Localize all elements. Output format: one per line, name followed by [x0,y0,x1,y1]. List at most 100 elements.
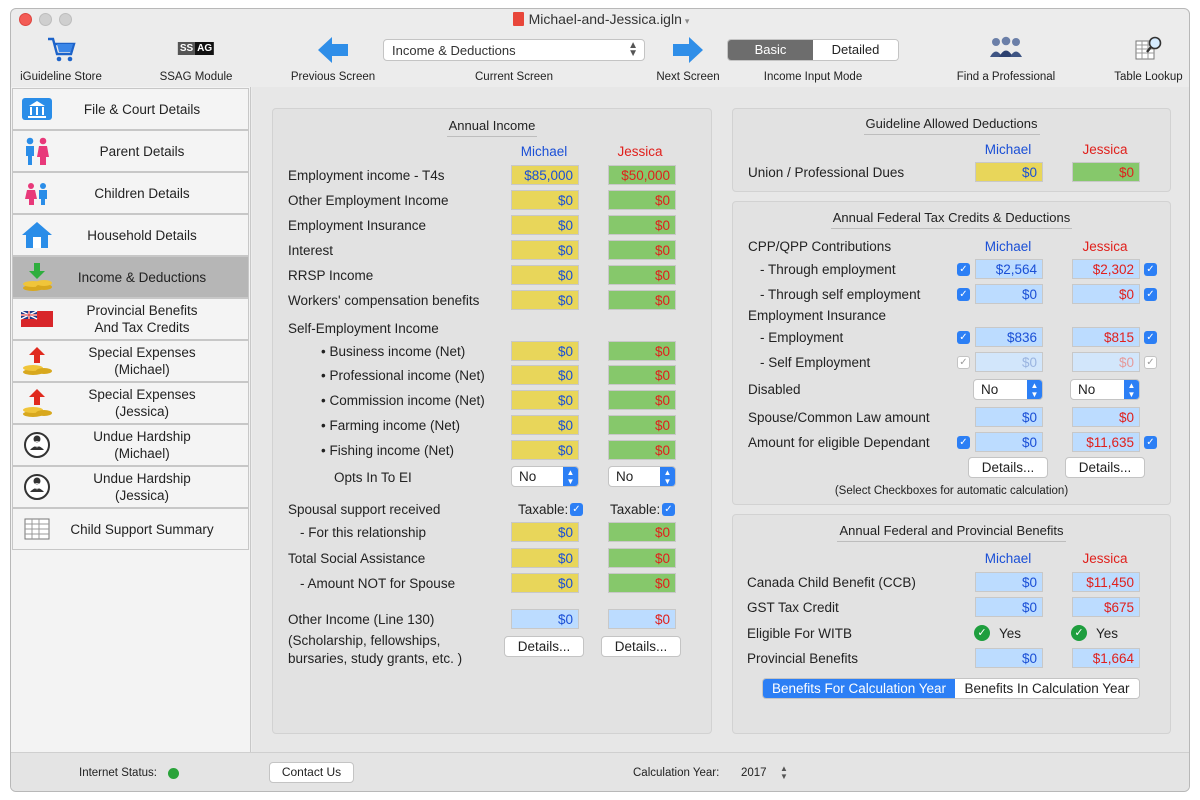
benefits-year-toggle[interactable]: Benefits For Calculation Year Benefits I… [762,678,1140,699]
sidebar-item-undue-hardship-michael[interactable]: $ Undue Hardship (Michael) [12,424,249,466]
sidebar-item-special-expenses-michael[interactable]: Special Expenses (Michael) [12,340,249,382]
spouse-amount-michael[interactable]: $0 [975,407,1043,427]
field-label: • Fishing income (Net) [321,443,455,458]
spousal-relationship-jessica[interactable]: $0 [608,522,676,542]
checkbox-hint: (Select Checkboxes for automatic calcula… [834,485,1069,497]
dependant-michael[interactable]: $0 [975,432,1043,452]
checkmark-circle-icon: ✓ [1071,625,1087,641]
other-income-jessica[interactable]: $0 [608,609,676,629]
cpp-self-michael-checkbox[interactable]: ✓ [957,288,970,301]
fishing-income-jessica[interactable]: $0 [608,440,676,460]
field-note: bursaries, study grants, etc. ) [288,651,463,666]
spousal-relationship-michael[interactable]: $0 [511,522,579,542]
cpp-self-jessica-checkbox[interactable]: ✓ [1144,288,1157,301]
fishing-income-michael[interactable]: $0 [511,440,579,460]
interest-jessica[interactable]: $0 [608,240,676,260]
opts-in-ei-jessica-select[interactable]: No ▲ ▼ [608,466,676,487]
credits-details-michael-button[interactable]: Details... [968,457,1048,478]
contact-us-button[interactable]: Contact Us [269,762,354,783]
workers-comp-jessica[interactable]: $0 [608,290,676,310]
taxable-michael-checkbox[interactable]: ✓ [570,503,583,516]
field-label: Canada Child Benefit (CCB) [747,575,916,590]
ei-employment-michael[interactable]: $836 [975,327,1043,347]
not-for-spouse-jessica[interactable]: $0 [608,573,676,593]
ei-employment-jessica-checkbox[interactable]: ✓ [1144,331,1157,344]
cpp-employment-jessica[interactable]: $2,302 [1072,259,1140,279]
farming-income-jessica[interactable]: $0 [608,415,676,435]
window-title[interactable]: Michael-and-Jessica.igln ▾ [11,11,1189,27]
previous-screen-button[interactable]: Previous Screen [283,31,383,87]
opts-in-ei-michael-select[interactable]: No ▲ ▼ [511,466,579,487]
benefits-in-year-button[interactable]: Benefits In Calculation Year [955,679,1139,698]
sidebar-item-provincial-benefits[interactable]: Provincial Benefits And Tax Credits [12,298,249,340]
social-assistance-jessica[interactable]: $0 [608,548,676,568]
sidebar-item-undue-hardship-jessica[interactable]: $ Undue Hardship (Jessica) [12,466,249,508]
professional-income-michael[interactable]: $0 [511,365,579,385]
dependant-michael-checkbox[interactable]: ✓ [957,436,970,449]
commission-income-michael[interactable]: $0 [511,390,579,410]
provincial-benefits-jessica[interactable]: $1,664 [1072,648,1140,668]
commission-income-jessica[interactable]: $0 [608,390,676,410]
cpp-employment-michael-checkbox[interactable]: ✓ [957,263,970,276]
calculation-year-value[interactable]: 2017 [741,767,767,779]
professional-income-jessica[interactable]: $0 [608,365,676,385]
union-dues-jessica[interactable]: $0 [1072,162,1140,182]
business-income-michael[interactable]: $0 [511,341,579,361]
table-lookup-button[interactable]: Table Lookup [1106,31,1189,87]
sidebar-item-special-expenses-jessica[interactable]: Special Expenses (Jessica) [12,382,249,424]
other-employment-jessica[interactable]: $0 [608,190,676,210]
ei-employment-michael-checkbox[interactable]: ✓ [957,331,970,344]
field-label: • Professional income (Net) [321,368,485,383]
income-t4-jessica[interactable]: $50,000 [608,165,676,185]
sidebar-item-children-details[interactable]: Children Details [12,172,249,214]
field-label: Eligible For WITB [747,626,853,641]
cpp-self-michael[interactable]: $0 [975,284,1043,304]
field-label: - Through employment [760,262,896,277]
employment-insurance-michael[interactable]: $0 [511,215,579,235]
farming-income-michael[interactable]: $0 [511,415,579,435]
gst-credit-jessica[interactable]: $675 [1072,597,1140,617]
interest-michael[interactable]: $0 [511,240,579,260]
disabled-jessica-select[interactable]: No ▲ ▼ [1070,379,1140,400]
jessica-header: Jessica [1082,239,1128,254]
other-income-details-jessica-button[interactable]: Details... [601,636,681,657]
benefits-for-year-button[interactable]: Benefits For Calculation Year [763,679,955,698]
disabled-michael-select[interactable]: No ▲ ▼ [973,379,1043,400]
find-professional-button[interactable]: Find a Professional [946,31,1066,87]
other-income-details-michael-button[interactable]: Details... [504,636,584,657]
business-income-jessica[interactable]: $0 [608,341,676,361]
spouse-amount-jessica[interactable]: $0 [1072,407,1140,427]
rrsp-jessica[interactable]: $0 [608,265,676,285]
union-dues-michael[interactable]: $0 [975,162,1043,182]
cpp-employment-michael[interactable]: $2,564 [975,259,1043,279]
ssag-module-button[interactable]: SS AG SSAG Module [146,31,246,87]
ei-employment-jessica[interactable]: $815 [1072,327,1140,347]
gst-credit-michael[interactable]: $0 [975,597,1043,617]
dependant-jessica[interactable]: $11,635 [1072,432,1140,452]
income-t4-michael[interactable]: $85,000 [511,165,579,185]
workers-comp-michael[interactable]: $0 [511,290,579,310]
dependant-jessica-checkbox[interactable]: ✓ [1144,436,1157,449]
other-employment-michael[interactable]: $0 [511,190,579,210]
next-screen-button[interactable]: Next Screen [638,31,738,87]
sidebar-item-child-support-summary[interactable]: Child Support Summary [12,508,249,550]
credits-details-jessica-button[interactable]: Details... [1065,457,1145,478]
not-for-spouse-michael[interactable]: $0 [511,573,579,593]
year-stepper-icon[interactable]: ▲ ▼ [780,765,788,781]
ccb-jessica[interactable]: $11,450 [1072,572,1140,592]
cpp-employment-jessica-checkbox[interactable]: ✓ [1144,263,1157,276]
ccb-michael[interactable]: $0 [975,572,1043,592]
rrsp-michael[interactable]: $0 [511,265,579,285]
social-assistance-michael[interactable]: $0 [511,548,579,568]
sidebar-item-file-court[interactable]: File & Court Details [12,88,249,130]
sidebar-item-household-details[interactable]: Household Details [12,214,249,256]
employment-insurance-jessica[interactable]: $0 [608,215,676,235]
sidebar-item-parent-details[interactable]: Parent Details [12,130,249,172]
michael-header: Michael [520,144,568,159]
sidebar-item-income-deductions[interactable]: Income & Deductions [12,256,249,298]
other-income-michael[interactable]: $0 [511,609,579,629]
iguideline-store-button[interactable]: iGuideline Store [11,31,111,87]
provincial-benefits-michael[interactable]: $0 [975,648,1043,668]
cpp-self-jessica[interactable]: $0 [1072,284,1140,304]
taxable-jessica-checkbox[interactable]: ✓ [662,503,675,516]
